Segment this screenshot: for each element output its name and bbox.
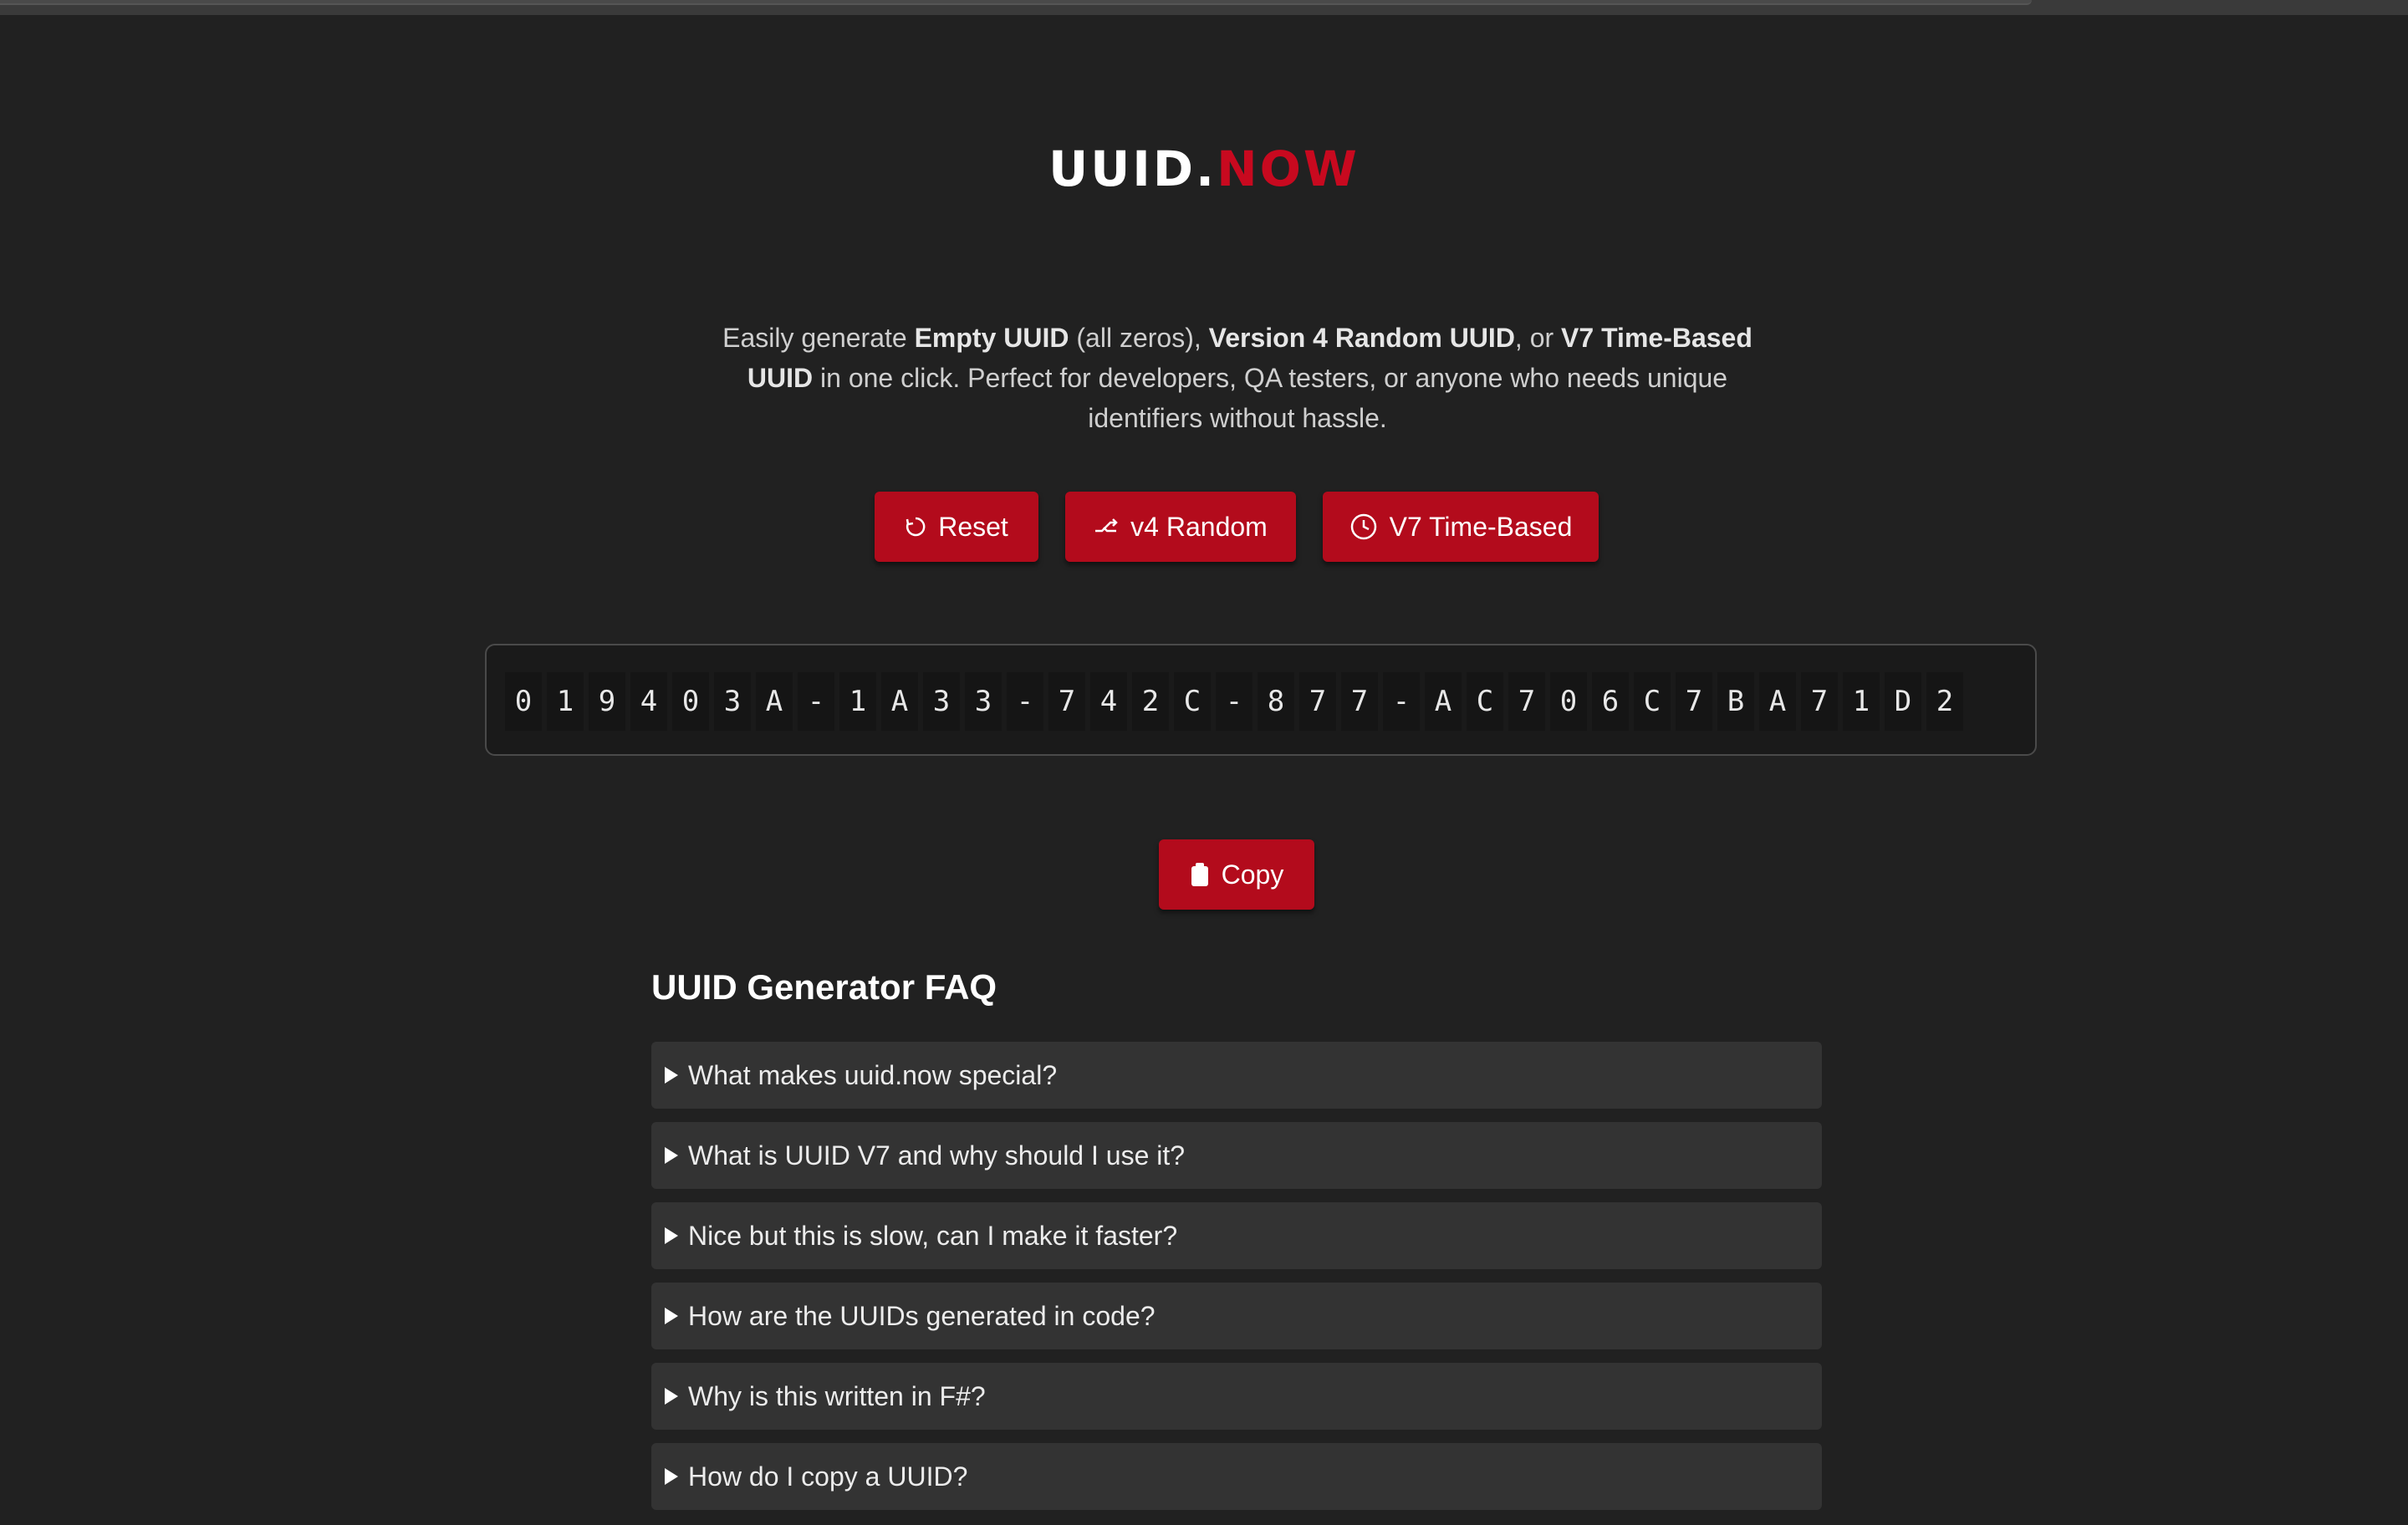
intro-part: Easily generate (722, 323, 915, 353)
uuid-char: 7 (1299, 672, 1336, 731)
faq-question: What makes uuid.now special? (688, 1059, 1058, 1090)
intro-part: in one click. Perfect for developers, QA… (813, 363, 1728, 433)
copy-label: Copy (1221, 859, 1284, 890)
faq-item[interactable]: How do I copy a UUID? (651, 1443, 1822, 1510)
reset-button[interactable]: Reset (875, 492, 1038, 562)
logo-uuid: UUID. (1048, 140, 1217, 197)
uuid-char: A (881, 672, 918, 731)
expand-triangle-icon (665, 1147, 678, 1164)
clock-icon (1350, 513, 1376, 540)
intro-bold-empty: Empty UUID (914, 323, 1069, 353)
faq-item[interactable]: Nice but this is slow, can I make it fas… (651, 1202, 1822, 1269)
uuid-char: 4 (1090, 672, 1127, 731)
expand-triangle-icon (665, 1308, 678, 1324)
uuid-char: 9 (589, 672, 625, 731)
v7-time-based-button[interactable]: V7 Time-Based (1323, 492, 1599, 562)
uuid-char: C (1467, 672, 1503, 731)
uuid-char: 3 (965, 672, 1002, 731)
uuid-char: 7 (1676, 672, 1712, 731)
uuid-char: 3 (714, 672, 751, 731)
logo-now: NOW (1217, 140, 1360, 197)
faq-item[interactable]: Why is this written in F#? (651, 1363, 1822, 1430)
uuid-display[interactable]: 019403A-1A33-742C-877-AC706C7BA71D2 (485, 644, 2037, 756)
uuid-char: 1 (1843, 672, 1880, 731)
v4-random-button[interactable]: v4 Random (1065, 492, 1296, 562)
intro-part: (all zeros), (1069, 323, 1209, 353)
uuid-char: A (1759, 672, 1796, 731)
expand-triangle-icon (665, 1388, 678, 1405)
intro-bold-v4: Version 4 Random UUID (1208, 323, 1515, 353)
reset-label: Reset (938, 511, 1008, 542)
uuid-char: 1 (547, 672, 584, 731)
uuid-char: B (1717, 672, 1754, 731)
uuid-char: 7 (1801, 672, 1838, 731)
uuid-char: 7 (1508, 672, 1545, 731)
intro-text: Easily generate Empty UUID (all zeros), … (719, 318, 1756, 438)
faq-question: What is UUID V7 and why should I use it? (688, 1140, 1186, 1171)
uuid-char: - (1383, 672, 1420, 731)
uuid-char: 2 (1926, 672, 1963, 731)
uuid-char: - (1007, 672, 1043, 731)
browser-tab-strip (0, 0, 2032, 5)
v4-label: v4 Random (1130, 511, 1268, 542)
uuid-characters: 019403A-1A33-742C-877-AC706C7BA71D2 (505, 672, 1968, 731)
uuid-char: 0 (1550, 672, 1587, 731)
clipboard-icon (1191, 863, 1208, 886)
uuid-char: 7 (1048, 672, 1085, 731)
faq-item[interactable]: What makes uuid.now special? (651, 1042, 1822, 1109)
uuid-char: 7 (1341, 672, 1378, 731)
uuid-char: 0 (505, 672, 542, 731)
shuffle-icon (1095, 518, 1118, 533)
uuid-char: 3 (923, 672, 960, 731)
uuid-char: - (1216, 672, 1252, 731)
uuid-char: 0 (672, 672, 709, 731)
expand-triangle-icon (665, 1468, 678, 1485)
uuid-char: A (1425, 672, 1462, 731)
uuid-char: - (798, 672, 834, 731)
faq-question: How are the UUIDs generated in code? (688, 1300, 1156, 1331)
uuid-char: A (756, 672, 793, 731)
intro-part: , or (1514, 323, 1562, 353)
copy-button[interactable]: Copy (1159, 839, 1314, 910)
expand-triangle-icon (665, 1227, 678, 1244)
faq-item[interactable]: How are the UUIDs generated in code? (651, 1283, 1822, 1349)
uuid-char: 2 (1132, 672, 1169, 731)
faq-question: Nice but this is slow, can I make it fas… (688, 1220, 1178, 1251)
uuid-char: 8 (1258, 672, 1294, 731)
uuid-char: 4 (630, 672, 667, 731)
browser-top-bar (0, 0, 2408, 15)
faq-title: UUID Generator FAQ (651, 967, 997, 1007)
faq-question: How do I copy a UUID? (688, 1461, 968, 1492)
uuid-char: C (1174, 672, 1211, 731)
uuid-char: 1 (839, 672, 876, 731)
reset-icon (906, 517, 926, 537)
site-logo: UUID.NOW (0, 140, 2408, 197)
expand-triangle-icon (665, 1067, 678, 1084)
uuid-char: D (1885, 672, 1921, 731)
v7-label: V7 Time-Based (1389, 511, 1573, 542)
faq-question: Why is this written in F#? (688, 1380, 986, 1411)
uuid-char: C (1634, 672, 1671, 731)
uuid-char: 6 (1592, 672, 1629, 731)
faq-item[interactable]: What is UUID V7 and why should I use it? (651, 1122, 1822, 1189)
